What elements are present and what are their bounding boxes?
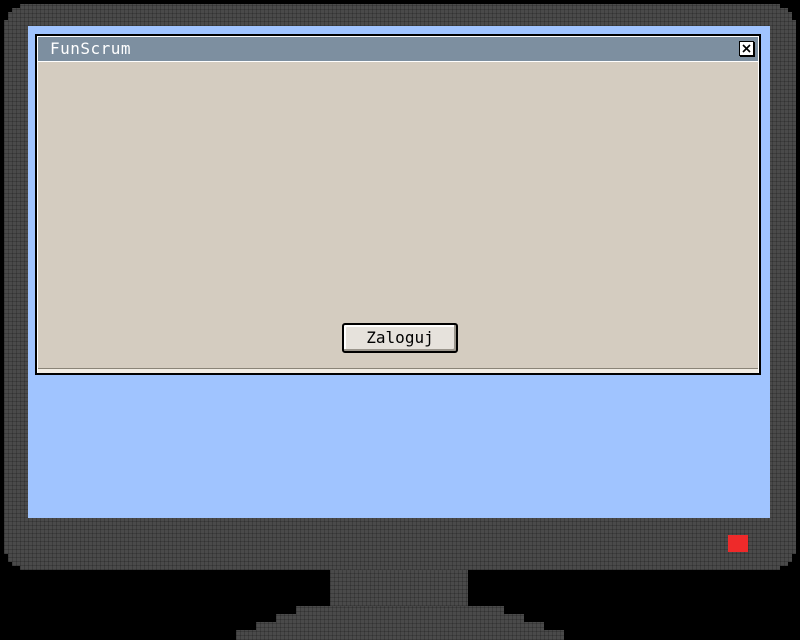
window-titlebar[interactable]: FunScrum [38, 37, 758, 62]
app-window-frame: FunScrum Zaloguj [37, 36, 759, 373]
close-x-icon [742, 44, 751, 53]
app-window: FunScrum Zaloguj [35, 34, 761, 375]
window-title: FunScrum [50, 39, 132, 58]
window-content: Zaloguj [38, 62, 758, 369]
monitor-neck [330, 570, 468, 606]
monitor: FunScrum Zaloguj [0, 0, 800, 640]
window-bottom-edge [38, 368, 758, 373]
login-button[interactable]: Zaloguj [342, 323, 458, 353]
monitor-base [236, 606, 564, 640]
power-led-icon [728, 535, 748, 552]
close-button[interactable] [739, 41, 754, 56]
